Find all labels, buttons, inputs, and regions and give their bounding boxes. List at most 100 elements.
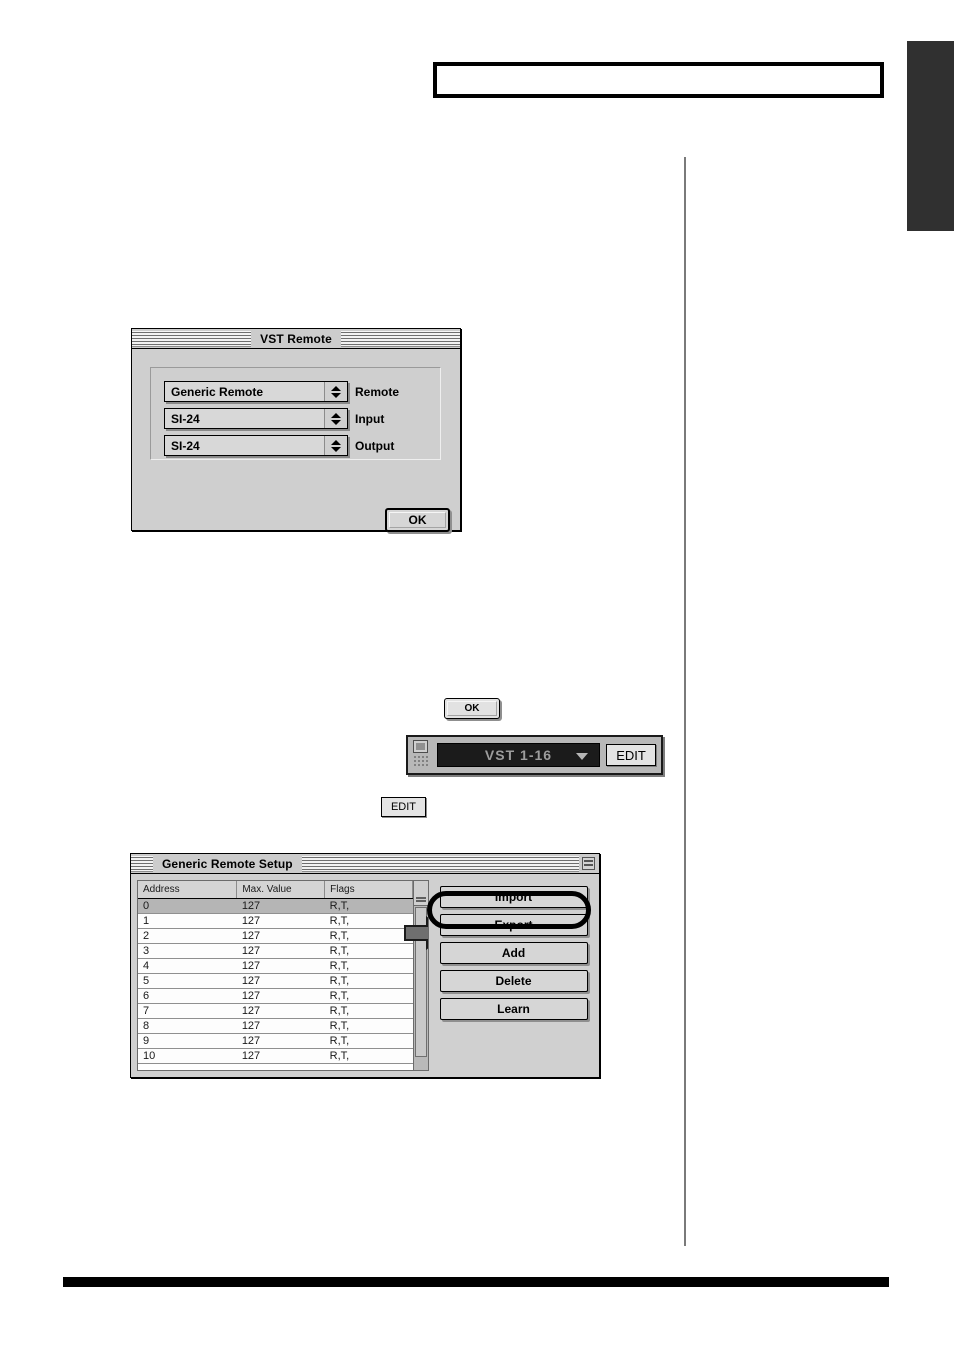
cell-flags: R,T, [324, 988, 413, 1004]
vst-remote-titlebar[interactable]: VST Remote [132, 329, 460, 349]
remote-assignment-table-area: Address Max. Value Flags 0 127 R,T, 1 127 R,T… [138, 881, 413, 1070]
cell-flags: R,T, [324, 898, 413, 914]
cell-max-value: 127 [236, 943, 325, 959]
cell-flags: R,T, [324, 1048, 413, 1064]
chevron-down-icon [576, 753, 588, 760]
stepper-up-arrow-icon [331, 412, 341, 418]
table-row[interactable]: 5 127 R,T, [138, 973, 413, 989]
output-stepper-icon[interactable] [324, 436, 347, 455]
table-vertical-scrollbar[interactable] [413, 881, 428, 1070]
table-row[interactable]: 9 127 R,T, [138, 1033, 413, 1049]
strip-edit-button[interactable]: EDIT [606, 744, 656, 766]
cell-flags: R,T, [324, 1003, 413, 1019]
strip-indicator-icon [413, 740, 428, 753]
cell-flags: R,T, [324, 1033, 413, 1049]
cell-max-value: 127 [236, 1033, 325, 1049]
output-popup-value: SI-24 [171, 438, 200, 453]
vst-remote-ok-button[interactable]: OK [385, 508, 450, 532]
remote-assignment-table-body: 0 127 R,T, 1 127 R,T, 2 127 R,T, 3 127 R,T, 4 127 R,T,… [138, 898, 413, 1064]
cell-max-value: 127 [236, 913, 325, 929]
generic-remote-setup-window: Generic Remote Setup Address Max. Value … [130, 853, 600, 1078]
vst-remote-ok-label: OK [408, 513, 427, 527]
export-button[interactable]: Export [439, 914, 588, 936]
output-popup-menu[interactable]: SI-24 [164, 435, 348, 456]
vst-channel-strip: VST 1-16 EDIT [406, 735, 663, 775]
vst-bank-display[interactable]: VST 1-16 [437, 743, 600, 767]
remote-caption: Remote [355, 384, 400, 399]
remote-popup-menu[interactable]: Generic Remote [164, 381, 348, 402]
table-row[interactable]: 7 127 R,T, [138, 1003, 413, 1019]
standalone-edit-button[interactable]: EDIT [381, 797, 426, 817]
stepper-up-arrow-icon [331, 385, 341, 391]
cell-address: 1 [138, 913, 237, 929]
remote-popup-value: Generic Remote [171, 384, 264, 399]
strip-grip-dots-icon [413, 755, 428, 768]
cell-flags: R,T, [324, 943, 413, 959]
learn-button[interactable]: Learn [439, 998, 588, 1020]
scroll-up-arrow-icon[interactable] [414, 881, 428, 906]
column-divider [684, 157, 686, 1246]
table-row[interactable]: 2 127 R,T, [138, 928, 413, 944]
cell-address: 2 [138, 928, 237, 944]
table-row[interactable]: 4 127 R,T, [138, 958, 413, 974]
table-row[interactable]: 8 127 R,T, [138, 1018, 413, 1034]
cell-max-value: 127 [236, 1018, 325, 1034]
table-row[interactable]: 1 127 R,T, [138, 913, 413, 929]
cell-address: 8 [138, 1018, 237, 1034]
standalone-edit-label: EDIT [390, 801, 417, 813]
input-caption: Input [355, 411, 385, 426]
input-popup-menu[interactable]: SI-24 [164, 408, 348, 429]
input-stepper-icon[interactable] [324, 409, 347, 428]
output-row: SI-24 Output [164, 435, 394, 456]
stepper-down-arrow-icon [331, 446, 341, 452]
column-header-address[interactable]: Address [138, 881, 238, 899]
cell-address: 3 [138, 943, 237, 959]
cell-address: 4 [138, 958, 237, 974]
titlebar-stripes-right-icon [301, 855, 579, 872]
cell-max-value: 127 [236, 1048, 325, 1064]
table-row[interactable]: 0 127 R,T, [138, 898, 413, 914]
add-button[interactable]: Add [439, 942, 588, 964]
input-row: SI-24 Input [164, 408, 384, 429]
standalone-ok-button[interactable]: OK [444, 698, 500, 719]
stepper-down-arrow-icon [331, 419, 341, 425]
column-header-flags[interactable]: Flags [324, 881, 413, 899]
vst-remote-title: VST Remote [260, 331, 332, 346]
remote-assignment-table-wrap: Address Max. Value Flags 0 127 R,T, 1 127 R,T… [137, 880, 429, 1071]
remote-stepper-icon[interactable] [324, 382, 347, 401]
table-row[interactable]: 10 127 R,T, [138, 1048, 413, 1064]
cell-address: 5 [138, 973, 237, 989]
column-header-max-value[interactable]: Max. Value [236, 881, 326, 899]
titlebar-stripes-right-icon [340, 330, 460, 347]
collapse-box-icon[interactable] [582, 857, 595, 870]
cell-address: 0 [138, 898, 237, 914]
import-button-label: Import [494, 890, 533, 904]
strip-edit-label: EDIT [616, 747, 646, 763]
add-button-label: Add [501, 946, 526, 960]
input-popup-value: SI-24 [171, 411, 200, 426]
stepper-down-arrow-icon [331, 392, 341, 398]
delete-button[interactable]: Delete [439, 970, 588, 992]
cell-address: 9 [138, 1033, 237, 1049]
cell-max-value: 127 [236, 958, 325, 974]
cell-flags: R,T, [324, 1018, 413, 1034]
generic-remote-button-column: Import Export Add Delete Learn [434, 880, 593, 1071]
cell-flags: R,T, [324, 928, 413, 944]
cell-address: 10 [138, 1048, 237, 1064]
generic-remote-title: Generic Remote Setup [162, 856, 293, 871]
table-row[interactable]: 3 127 R,T, [138, 943, 413, 959]
cell-flags: R,T, [324, 958, 413, 974]
cell-max-value: 127 [236, 973, 325, 989]
cell-address: 7 [138, 1003, 237, 1019]
page-side-tab-marker [907, 41, 954, 231]
generic-remote-titlebar[interactable]: Generic Remote Setup [131, 854, 599, 874]
footer-rule [63, 1277, 889, 1287]
learn-button-label: Learn [497, 1002, 530, 1016]
cell-flags: R,T, [324, 913, 413, 929]
strip-left-cluster [413, 740, 431, 770]
cell-max-value: 127 [236, 898, 325, 914]
table-row[interactable]: 6 127 R,T, [138, 988, 413, 1004]
generic-remote-body: Address Max. Value Flags 0 127 R,T, 1 127 R,T… [131, 874, 599, 1077]
import-button[interactable]: Import [439, 886, 588, 908]
cell-max-value: 127 [236, 1003, 325, 1019]
